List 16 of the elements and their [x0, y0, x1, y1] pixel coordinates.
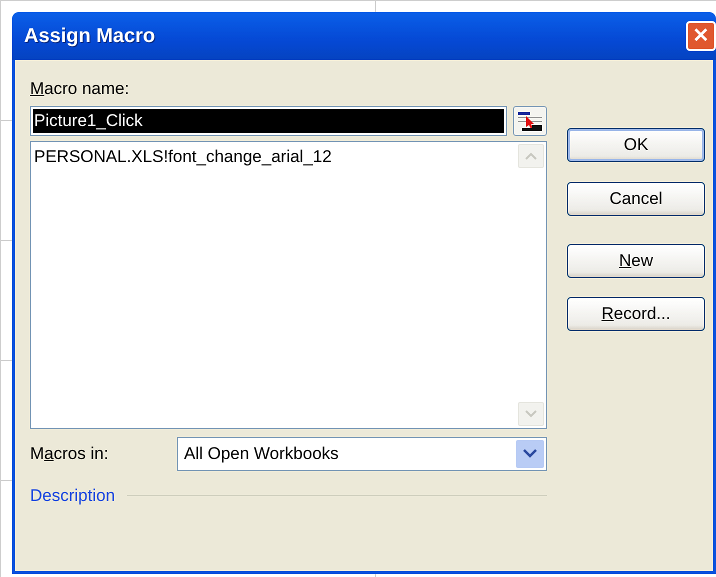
collapse-dialog-icon [516, 110, 544, 132]
window-title: Assign Macro [24, 24, 156, 49]
dialog-button[interactable]: Record... [567, 297, 705, 331]
scroll-down-button[interactable] [518, 402, 544, 426]
dialog-button[interactable]: Cancel [567, 182, 705, 216]
macro-name-label: Macro name: [30, 79, 130, 98]
scroll-up-button[interactable] [518, 144, 544, 168]
macros-in-dropdown[interactable]: All Open Workbooks [177, 436, 547, 470]
collapse-dialog-button[interactable] [513, 106, 547, 136]
description-label: Description [30, 484, 116, 506]
dialog-button[interactable]: OK [567, 128, 705, 162]
macro-list-item[interactable]: PERSONAL.XLS!font_change_arial_12 [34, 146, 513, 168]
dialog-button[interactable]: New [567, 244, 705, 278]
macros-in-label: Macros in: [30, 442, 110, 465]
close-button[interactable]: ✕ [686, 21, 716, 51]
macro-name-field[interactable]: Picture1_Click [30, 106, 507, 136]
